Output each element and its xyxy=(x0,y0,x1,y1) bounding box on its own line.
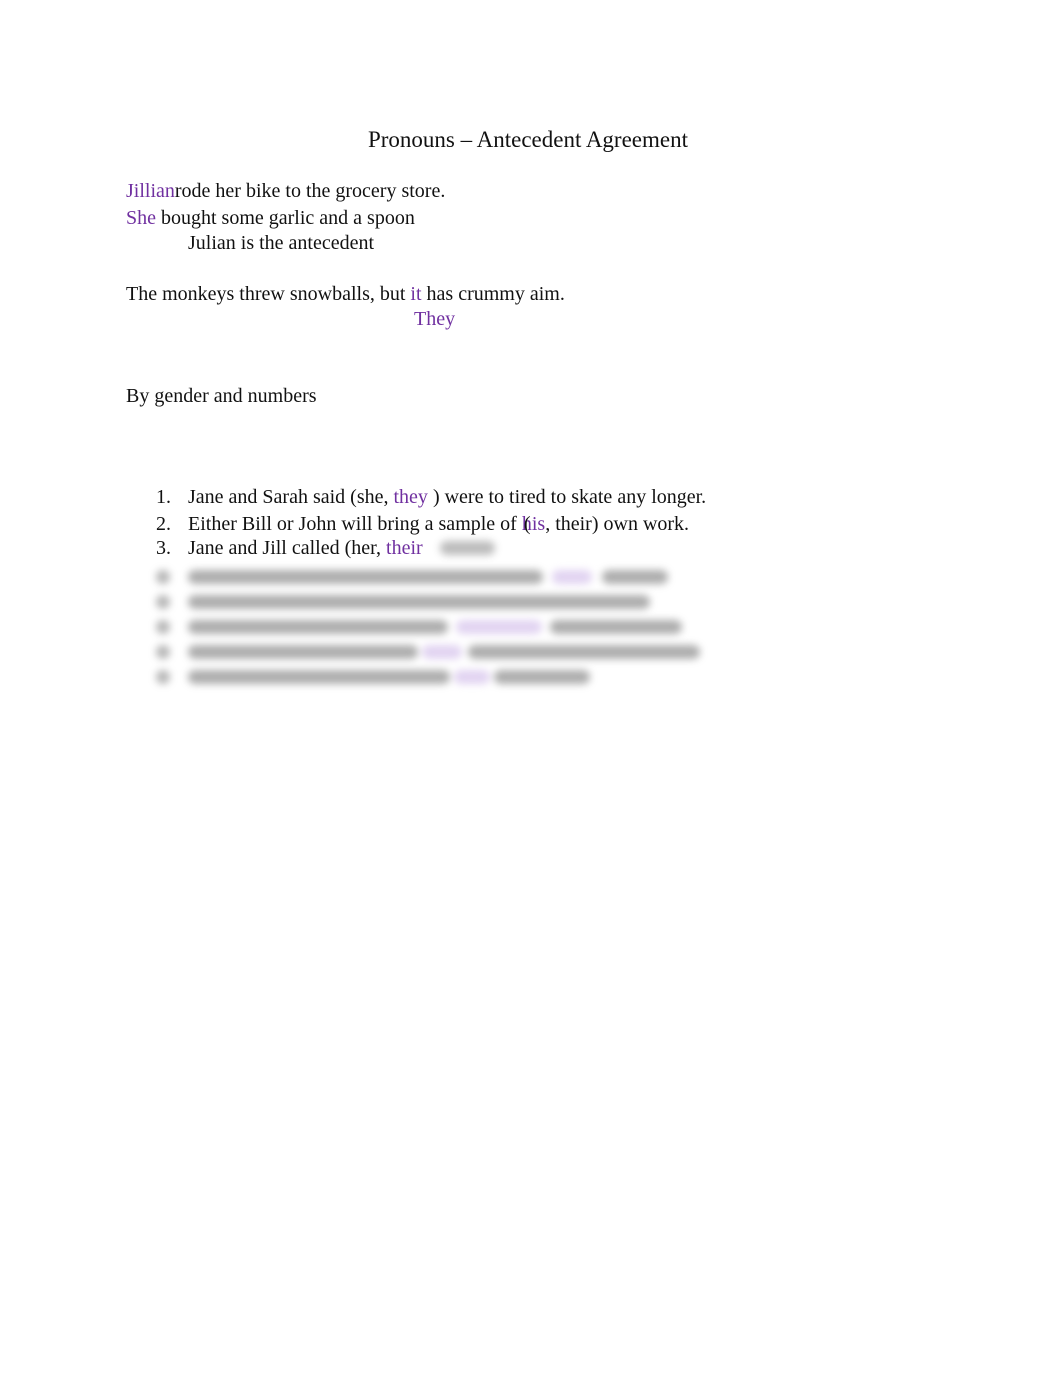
blurred-tail xyxy=(440,540,500,556)
exercise-number: 1. xyxy=(156,486,171,508)
example1-line1-text: rode her bike to the grocery store. xyxy=(174,180,446,202)
blurred-item xyxy=(150,620,750,634)
exercise-number: 2. xyxy=(156,513,171,535)
exercise-after: ) were to tired to skate any longer. xyxy=(427,486,707,508)
exercise-text: Jane and Sarah said (she, they ) were to… xyxy=(188,485,706,509)
example2-pronoun: it xyxy=(410,283,422,305)
exercise-before: Either Bill or John will bring a sample … xyxy=(188,513,522,535)
example1-line2: She bought some garlic and a spoon xyxy=(126,206,415,230)
blurred-item xyxy=(150,595,750,609)
exercise-number: 3. xyxy=(156,537,171,559)
blurred-item xyxy=(150,570,750,584)
exercise-before: Jane and Sarah said (she, xyxy=(188,486,394,508)
exercise-answer: they xyxy=(393,486,428,508)
exercise-text: Jane and Jill called (her, their xyxy=(188,536,423,560)
exercise-text: Either Bill or John will bring a sample … xyxy=(188,512,689,536)
example1-line2-text: bought some garlic and a spoon xyxy=(156,207,415,229)
blurred-item xyxy=(150,670,750,684)
example2-before: The monkeys threw snowballs, but xyxy=(126,283,411,305)
example2-sentence: The monkeys threw snowballs, but it has … xyxy=(126,282,565,306)
example2-after: has crummy aim. xyxy=(421,283,565,305)
section-heading: By gender and numbers xyxy=(126,385,317,407)
example1-line1: Jillianrode her bike to the grocery stor… xyxy=(126,179,445,203)
exercise-after: , their) own work. xyxy=(545,513,690,535)
document-page: Pronouns – Antecedent Agreement Jillianr… xyxy=(0,0,1062,1377)
overlap-paren: ( xyxy=(523,513,531,535)
blurred-exercise-items xyxy=(150,562,750,692)
example1-note: Julian is the antecedent xyxy=(188,232,375,254)
document-title: Pronouns – Antecedent Agreement xyxy=(367,127,688,152)
pronoun-highlight: She xyxy=(126,207,156,229)
antecedent-highlight: Jillian xyxy=(126,180,175,202)
exercise-answer: their xyxy=(386,537,423,559)
example2-correction: They xyxy=(414,308,456,330)
blurred-item xyxy=(150,645,750,659)
exercise-before: Jane and Jill called (her, xyxy=(188,537,387,559)
overlapping-text: his( xyxy=(522,512,545,536)
